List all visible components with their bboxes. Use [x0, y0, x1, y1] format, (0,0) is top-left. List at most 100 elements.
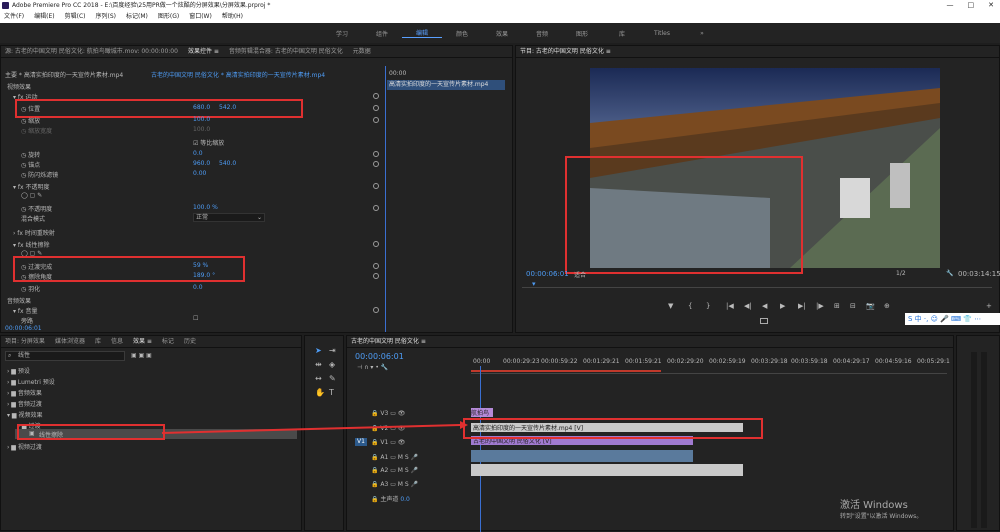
anchor-param[interactable]: ◷ 锚点 — [21, 160, 40, 169]
reset-icon[interactable] — [373, 151, 379, 157]
timeline-ruler[interactable]: 00:00 00:00:29:23 00:00:59:22 00:01:29:2… — [471, 354, 950, 374]
reset-icon[interactable] — [373, 117, 379, 123]
tab-markers[interactable]: 标记 — [162, 336, 174, 347]
master-track-header[interactable]: 🔒 主声道 0.0 — [371, 494, 410, 503]
menu-clip[interactable]: 剪辑(C) — [65, 11, 86, 23]
workspace-audio[interactable]: 音频 — [522, 29, 562, 38]
sequence-clip-label[interactable]: 古老的中国文明 民俗文化 * 高清实拍印度的一天宣传片素材.mp4 — [151, 70, 325, 79]
timeline-timecode[interactable]: 00:00:06:01 — [355, 352, 404, 361]
reset-icon[interactable] — [373, 307, 379, 313]
mark-in-button[interactable]: { — [688, 302, 692, 310]
opacity-param[interactable]: ◷ 不透明度 — [21, 204, 52, 213]
step-forward-button[interactable]: ▶| — [798, 302, 806, 310]
menu-file[interactable]: 文件(F) — [4, 11, 24, 23]
selection-tool-icon[interactable]: ➤ — [315, 346, 322, 355]
rotation-param[interactable]: ◷ 旋转 — [21, 150, 40, 159]
extract-button[interactable]: ⊟ — [850, 302, 856, 310]
reset-icon[interactable] — [373, 183, 379, 189]
workspace-graphics[interactable]: 图形 — [562, 29, 602, 38]
scale-param[interactable]: ◷ 缩放 — [21, 116, 40, 125]
button-editor-icon[interactable]: + — [986, 302, 992, 310]
folder-video-transitions[interactable]: › ▆ 视频过渡 — [7, 442, 42, 451]
workspace-learn[interactable]: 学习 — [322, 29, 362, 38]
track-select-tool-icon[interactable]: ⇥ — [329, 346, 336, 355]
menu-sequence[interactable]: 序列(S) — [96, 11, 117, 23]
folder-audio-transitions[interactable]: › ▆ 音频过渡 — [7, 399, 42, 408]
program-timecode[interactable]: 00:00:06:01 — [526, 270, 569, 278]
track-header-a2[interactable]: 🔒 A2 ▭ M S 🎤 — [371, 467, 418, 474]
folder-lumetri[interactable]: › ▆ Lumetri 预设 — [7, 377, 55, 386]
menu-marker[interactable]: 标记(M) — [126, 11, 148, 23]
reset-icon[interactable] — [373, 241, 379, 247]
track-header-v3[interactable]: 🔒 V3 ▭ 👁 — [371, 410, 405, 417]
go-to-in-button[interactable]: |◀ — [726, 302, 734, 310]
reset-icon[interactable] — [373, 161, 379, 167]
timeline-tool-icons[interactable]: ⊣ ∩ ▾ • 🔧 — [357, 364, 388, 371]
timeline-title[interactable]: 古老的中国文明 民俗文化 ≡ — [351, 336, 426, 347]
reset-icon[interactable] — [373, 93, 379, 99]
anchor-x-value[interactable]: 960.0 — [193, 160, 210, 167]
camera-icon[interactable]: 📷 — [866, 302, 875, 310]
folder-presets[interactable]: › ▆ 预设 — [7, 366, 30, 375]
filter-icons[interactable]: ▣ ▣ ▣ — [131, 352, 152, 359]
play-back-button[interactable]: ◀ — [762, 302, 767, 310]
maximize-button[interactable]: □ — [968, 0, 975, 11]
menu-window[interactable]: 窗口(W) — [189, 11, 212, 23]
reset-icon[interactable] — [373, 205, 379, 211]
hand-tool-icon[interactable]: ✋ — [315, 388, 325, 397]
workspace-assembly[interactable]: 组件 — [362, 29, 402, 38]
folder-audio-effects[interactable]: › ▆ 音频效果 — [7, 388, 42, 397]
program-monitor-title[interactable]: 节目: 古老的中国文明 民俗文化 ≡ — [520, 46, 611, 57]
blend-mode-select[interactable]: 正常 ⌄ — [193, 213, 265, 222]
ec-timeline-clip[interactable]: 高清实拍印度的一天宣传片素材.mp4 — [387, 80, 505, 90]
reset-icon[interactable] — [373, 273, 379, 279]
master-volume[interactable]: 0.0 — [400, 496, 410, 503]
zoom-select[interactable]: 1/2 — [896, 270, 906, 277]
workspace-libraries[interactable]: 库 — [602, 29, 642, 38]
workspace-editing[interactable]: 编辑 — [402, 28, 442, 38]
menu-graphics[interactable]: 图形(G) — [158, 11, 179, 23]
fit-select[interactable]: 适合 — [574, 270, 586, 279]
bypass-checkbox[interactable]: ☐ — [193, 315, 198, 322]
master-clip-label[interactable]: 主要 * 高清实拍印度的一天宣传片素材.mp4 — [5, 70, 123, 79]
workspace-more-icon[interactable]: » — [682, 30, 722, 37]
wrench-icon[interactable]: 🔧 — [946, 270, 953, 277]
opacity-value[interactable]: 100.0 % — [193, 204, 218, 211]
tab-audio-clip-mixer[interactable]: 音频剪辑混合器: 古老的中国文明 民俗文化 — [229, 46, 343, 57]
play-button[interactable]: ▶ — [780, 302, 785, 310]
go-to-out-button[interactable]: |▶ — [816, 302, 824, 310]
time-remap-effect[interactable]: › fx 时间重映射 — [13, 228, 55, 237]
slip-tool-icon[interactable]: ↔ — [315, 374, 322, 383]
tab-libraries[interactable]: 库 — [95, 336, 101, 347]
pen-tool-icon[interactable]: ✎ — [329, 374, 336, 383]
comparison-view-icon[interactable]: ⊕ — [884, 302, 890, 310]
work-area-bar[interactable] — [471, 370, 661, 372]
ripple-edit-tool-icon[interactable]: ⇹ — [315, 360, 322, 369]
playhead-marker-icon[interactable]: ▾ — [532, 280, 536, 288]
feather-value[interactable]: 0.0 — [193, 284, 203, 291]
workspace-titles[interactable]: Titles — [642, 30, 682, 37]
close-button[interactable]: ✕ — [988, 0, 994, 11]
effects-search-input[interactable]: ⌕ 线性 — [5, 351, 125, 361]
tab-metadata[interactable]: 元数据 — [353, 46, 371, 57]
workspace-effects[interactable]: 效果 — [482, 29, 522, 38]
feather-param[interactable]: ◷ 羽化 — [21, 284, 40, 293]
clip-v3[interactable]: 航拍鸟 — [471, 408, 493, 417]
export-frame-icon[interactable] — [760, 318, 768, 324]
tab-effect-controls[interactable]: 效果控件 ≡ — [188, 46, 219, 57]
opacity-effect[interactable]: ▾ fx 不透明度 — [13, 182, 50, 191]
rotation-value[interactable]: 0.0 — [193, 150, 203, 157]
ec-timecode[interactable]: 00:00:06:01 — [5, 325, 42, 332]
antiflicker-param[interactable]: ◷ 防闪烁滤镜 — [21, 170, 58, 179]
track-header-a3[interactable]: 🔒 A3 ▭ M S 🎤 — [371, 481, 418, 488]
tab-history[interactable]: 历史 — [184, 336, 196, 347]
razor-tool-icon[interactable]: ◈ — [329, 360, 335, 369]
tab-project[interactable]: 项目: 分屏效果 — [5, 336, 45, 347]
lift-button[interactable]: ⊞ — [834, 302, 840, 310]
linear-wipe-effect[interactable]: ▾ fx 线性擦除 — [13, 240, 50, 249]
volume-effect[interactable]: ▾ fx 音量 — [13, 306, 38, 315]
tab-info[interactable]: 信息 — [111, 336, 123, 347]
minimize-button[interactable]: — — [947, 0, 954, 11]
folder-video-effects[interactable]: ▾ ▆ 视频效果 — [7, 410, 42, 419]
step-back-button[interactable]: ◀| — [744, 302, 752, 310]
